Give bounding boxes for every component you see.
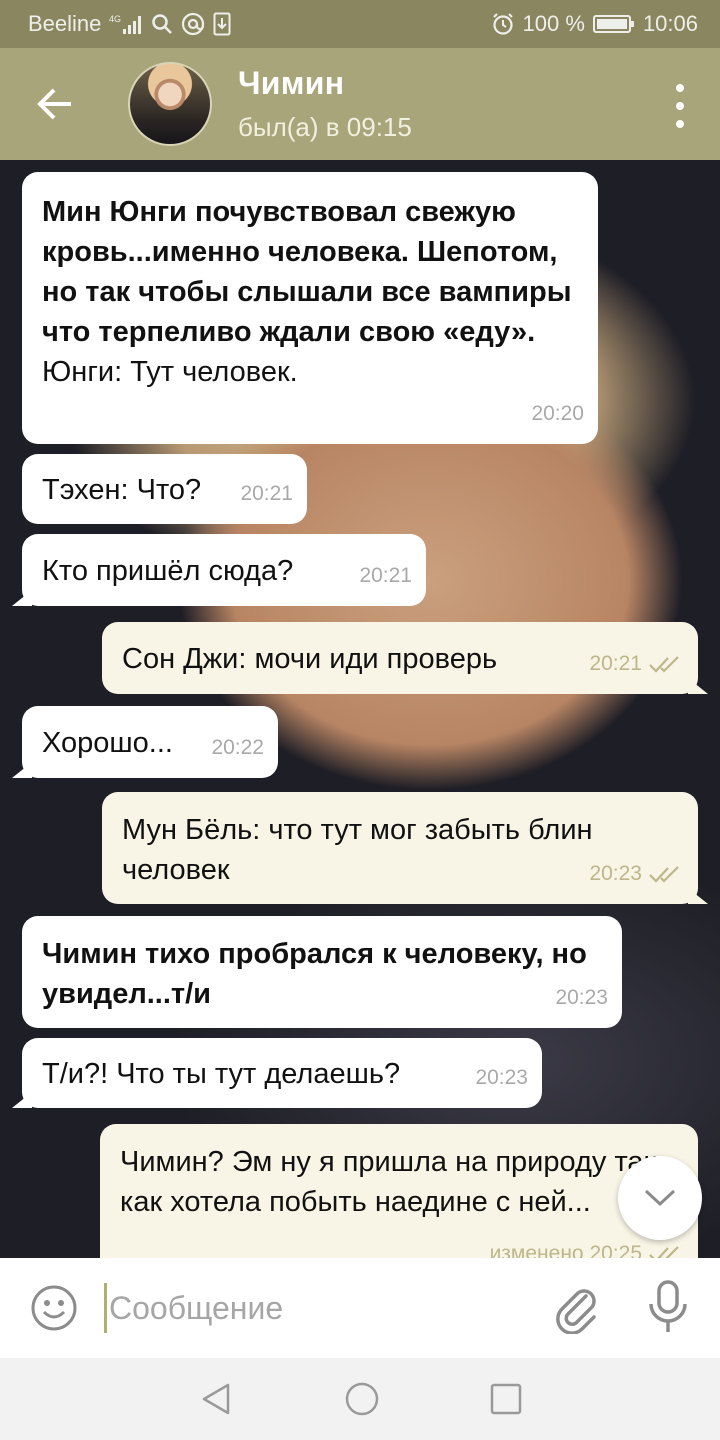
message-composer: Сообщение	[0, 1258, 720, 1358]
message-bubble[interactable]: Мин Юнги почувствовал свежую кровь...име…	[22, 172, 598, 444]
contact-info[interactable]: Чимин был(а) в 09:15	[238, 65, 412, 143]
signal-icon: 4G	[109, 13, 143, 35]
alarm-icon	[491, 12, 515, 36]
chevron-down-icon	[644, 1189, 676, 1207]
message-time: 20:20	[531, 402, 584, 425]
message-text: Юнги: Тут человек.	[42, 356, 298, 388]
message-time: изменено 20:25	[489, 1242, 642, 1258]
chat-header: Чимин был(а) в 09:15	[0, 48, 720, 160]
message-time: 20:21	[589, 652, 642, 675]
message-list[interactable]: Мин Юнги почувствовал свежую кровь...име…	[0, 160, 720, 1258]
message-bubble[interactable]: Сон Джи: мочи иди проверь 20:21	[102, 622, 698, 694]
message-bubble[interactable]: Тэхен: Что? 20:21	[22, 454, 307, 524]
paperclip-icon[interactable]	[552, 1282, 600, 1334]
back-button[interactable]	[0, 48, 110, 160]
message-bubble[interactable]: Кто пришёл сюда? 20:21	[22, 534, 426, 606]
message-bubble[interactable]: Хорошо... 20:22	[22, 706, 278, 778]
microphone-icon[interactable]	[646, 1280, 690, 1334]
message-text: Мун Бёль: что тут мог забыть блин челове…	[122, 814, 593, 886]
nav-home-icon[interactable]	[344, 1381, 380, 1417]
status-bar: Beeline 4G 100 % 10:06	[0, 0, 720, 48]
contact-name: Чимин	[238, 65, 345, 101]
carrier-label: Beeline	[28, 11, 102, 36]
text-cursor	[104, 1283, 107, 1333]
nav-recents-icon[interactable]	[490, 1383, 522, 1415]
read-checks-icon	[649, 1246, 679, 1258]
read-checks-icon	[649, 656, 679, 673]
message-bubble[interactable]: Чимин тихо пробрался к человеку, но увид…	[22, 916, 622, 1028]
system-nav-bar	[0, 1358, 720, 1440]
arrow-left-icon	[37, 88, 71, 120]
message-time: 20:21	[240, 482, 293, 505]
message-time: 20:23	[475, 1066, 528, 1089]
more-vertical-icon[interactable]	[670, 84, 690, 128]
message-time: 20:23	[555, 986, 608, 1009]
battery-icon	[592, 13, 635, 35]
avatar[interactable]	[128, 62, 212, 146]
message-text: Кто пришёл сюда?	[42, 555, 294, 587]
message-bubble[interactable]: Т/и?! Что ты тут делаешь? 20:23	[22, 1038, 542, 1108]
message-placeholder: Сообщение	[109, 1289, 284, 1326]
last-seen: был(а) в 09:15	[238, 112, 412, 142]
message-text: Чимин? Эм ну я пришла на природу так как…	[120, 1146, 657, 1218]
message-input[interactable]: Сообщение	[104, 1282, 524, 1334]
message-text: Мин Юнги почувствовал свежую кровь...име…	[42, 196, 572, 348]
clock: 10:06	[642, 11, 698, 36]
message-bubble[interactable]: Мун Бёль: что тут мог забыть блин челове…	[102, 792, 698, 904]
smiley-icon[interactable]	[30, 1284, 78, 1332]
scroll-down-button[interactable]	[618, 1156, 702, 1240]
search-icon	[151, 13, 173, 35]
at-sign-icon	[181, 12, 205, 36]
message-bubble[interactable]: Чимин? Эм ну я пришла на природу так как…	[100, 1124, 698, 1258]
message-time: 20:23	[589, 862, 642, 885]
network-label: 4G	[109, 14, 121, 24]
message-text: Чимин тихо пробрался к человеку, но увид…	[42, 938, 587, 1010]
message-time: 20:21	[359, 564, 412, 587]
download-icon	[213, 12, 231, 36]
battery-percent: 100 %	[522, 11, 585, 36]
read-checks-icon	[649, 866, 679, 883]
message-text: Т/и?! Что ты тут делаешь?	[42, 1058, 401, 1090]
message-time: 20:22	[211, 736, 264, 759]
nav-back-icon[interactable]	[198, 1381, 234, 1417]
